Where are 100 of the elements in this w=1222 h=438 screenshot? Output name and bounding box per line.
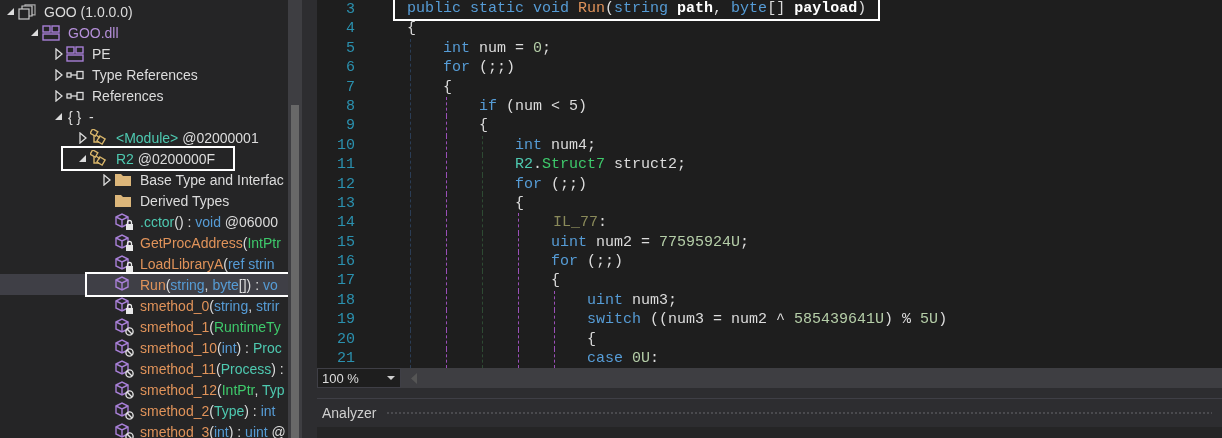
line-number: 9 [345,116,355,136]
line-number: 21 [336,349,355,368]
node-label: Run(string, byte[]) : vo [140,276,278,293]
reference-icon [66,90,84,101]
scrollbar[interactable] [288,0,302,438]
tree-item[interactable]: GOO (1.0.0.0) [0,1,288,22]
code-text: uint num3; [586,290,678,311]
code-text: public static void Run(string path, byte[] payload) [407,0,867,18]
folder-icon [114,193,132,208]
node-label: Derived Types [140,192,230,209]
line-number: 11 [336,155,355,175]
expanded-arrow-icon[interactable] [78,154,87,163]
cube-blocked-icon [114,422,134,438]
collapsed-arrow-icon[interactable] [54,68,63,81]
code-text: if (num < 5) [478,96,588,117]
cube-lock-icon [114,254,134,273]
tree-item[interactable]: <Module> @02000001 [0,127,288,148]
tree-item[interactable]: smethod_0(string, strir [0,295,288,316]
tree-item[interactable]: References [0,85,288,106]
line-number: 8 [345,96,355,117]
code-text: for (;;) [550,252,624,272]
cube-blocked-icon [114,317,134,336]
line-number: 5 [345,38,355,59]
line-number: 7 [345,77,355,97]
tree-item[interactable]: smethod_2(Type) : int [0,400,288,421]
cube-lock-icon [114,212,134,231]
expanded-arrow-icon[interactable] [30,28,39,37]
collapsed-arrow-icon[interactable] [54,89,63,102]
module-icon [66,45,84,62]
code-text: R2.Struct7 struct2; [514,155,687,175]
tree-item[interactable]: Run(string, byte[]) : vo [0,274,288,295]
node-label: Base Type and Interfac [140,171,284,188]
node-label: smethod_11(Process) : [140,360,284,377]
collapsed-arrow-icon[interactable] [54,47,63,60]
code-text: uint num2 = 77595924U; [550,232,750,253]
tree-item[interactable]: LoadLibraryA(ref strin [0,253,288,274]
collapsed-arrow-icon[interactable] [78,131,87,144]
tree-item[interactable]: smethod_12(IntPtr, Typ [0,379,288,400]
tree-item[interactable]: smethod_11(Process) : [0,358,288,379]
code-text: { [442,77,452,97]
cube-lock-icon [114,296,134,315]
tree-item[interactable]: Derived Types [0,190,288,211]
cube-blocked-icon [114,380,134,399]
node-label: PE [92,45,111,62]
scrollbar-thumb[interactable] [291,105,299,438]
tree-item[interactable]: GetProcAddress(IntPtr [0,232,288,253]
node-label: GOO.dll [68,24,119,41]
tree-item[interactable]: GOO.dll [0,22,288,43]
node-label: smethod_0(string, strir [140,297,280,314]
cube-lock-icon [114,233,134,252]
code-text: { [478,116,488,136]
node-label: Type References [92,66,198,83]
node-label: .cctor() : void @06000 [140,213,278,230]
node-label: smethod_1(RuntimeTy [140,318,281,335]
class-icon [90,150,108,167]
code-text: { [586,329,597,350]
line-number: 20 [336,329,355,350]
tree-item[interactable]: smethod_1(RuntimeTy [0,316,288,337]
tree-item[interactable]: .cctor() : void @06000 [0,211,288,232]
line-number: 12 [336,174,355,194]
code-text: case 0U: [586,349,660,368]
expanded-arrow-icon[interactable] [6,7,15,16]
module-icon [42,24,60,41]
line-number: 10 [336,135,355,156]
tree-item[interactable]: smethod_10(int) : Proc [0,337,288,358]
cube-blocked-icon [114,359,134,378]
reference-icon [66,69,84,80]
line-number: 6 [345,58,355,78]
code-text: IL_77: [552,213,608,233]
zoom-dropdown[interactable]: 100 % [317,368,401,388]
code-text: { [514,193,525,214]
node-label: R2 @0200000F [116,150,216,167]
node-label: smethod_2(Type) : int [140,402,276,419]
line-number: 17 [336,271,355,291]
line-number: 13 [336,193,355,214]
panel-title: Analyzer [322,405,377,421]
tree-item[interactable]: PE [0,43,288,64]
code-text: for (;;) [514,174,588,194]
code-text: { [407,19,416,39]
node-label: GOO (1.0.0.0) [44,3,133,20]
tree-item[interactable]: Type References [0,64,288,85]
code-text: int num = 0; [442,38,552,59]
collapsed-arrow-icon[interactable] [102,173,111,186]
line-number: 14 [336,213,355,233]
tree-item[interactable]: { } - [0,106,288,127]
line-number: 4 [345,19,355,39]
code-text: { [550,271,561,291]
node-label: <Module> @02000001 [116,129,259,146]
node-label: GetProcAddress(IntPtr [140,234,281,251]
cube-blocked-icon [114,401,134,420]
tree-item[interactable]: Base Type and Interfac [0,169,288,190]
expanded-arrow-icon[interactable] [54,112,63,121]
node-label: { } - [68,108,94,125]
class-icon [90,129,108,146]
cube-blocked-icon [114,338,134,357]
node-label: smethod_12(IntPtr, Typ [140,381,285,398]
node-label: LoadLibraryA(ref strin [140,255,275,272]
tree-item[interactable]: R2 @0200000F [0,148,288,169]
line-number: 16 [336,252,355,272]
line-number: 19 [336,310,355,330]
